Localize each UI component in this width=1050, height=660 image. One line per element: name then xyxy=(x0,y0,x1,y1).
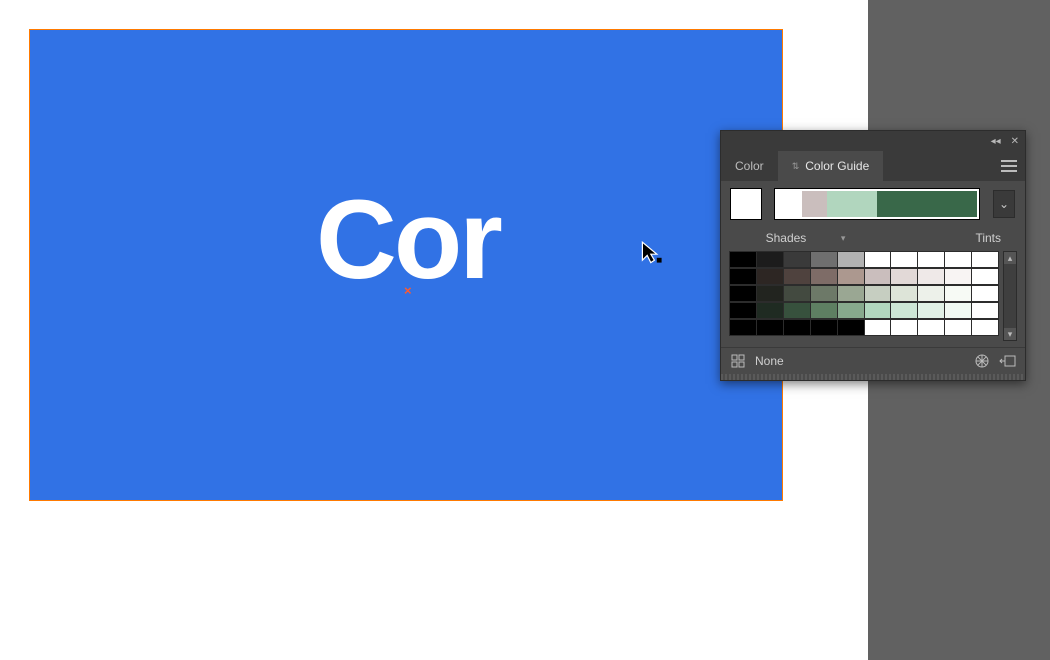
harmony-dropdown[interactable]: ⌄ xyxy=(993,190,1015,218)
swatch[interactable] xyxy=(865,319,892,336)
swatch[interactable] xyxy=(811,268,838,285)
swatch-grid-wrap: ▴ ▾ xyxy=(721,251,1025,347)
swatch[interactable] xyxy=(918,268,945,285)
swatch[interactable] xyxy=(918,251,945,268)
swatch[interactable] xyxy=(838,285,865,302)
grid-scrollbar[interactable]: ▴ ▾ xyxy=(1003,251,1017,341)
swatch[interactable] xyxy=(891,268,918,285)
swatch[interactable] xyxy=(729,268,757,285)
swatch[interactable] xyxy=(972,285,999,302)
save-to-swatches-icon[interactable] xyxy=(999,352,1017,370)
panel-tabs: Color ⇅ Color Guide xyxy=(721,151,1025,181)
swatch[interactable] xyxy=(729,285,757,302)
panel-titlebar[interactable]: ◂◂ ✕ xyxy=(721,131,1025,151)
tab-color[interactable]: Color xyxy=(721,151,778,181)
swatch[interactable] xyxy=(729,302,757,319)
swatch[interactable] xyxy=(838,302,865,319)
swatch[interactable] xyxy=(811,285,838,302)
swatch-row xyxy=(729,251,999,266)
swatch[interactable] xyxy=(865,285,892,302)
swatch[interactable] xyxy=(918,302,945,319)
swatch[interactable] xyxy=(972,319,999,336)
flyout-menu-icon[interactable] xyxy=(1001,160,1017,172)
swatch[interactable] xyxy=(865,268,892,285)
swatch-grid xyxy=(729,251,999,334)
swatch[interactable] xyxy=(945,319,972,336)
swatch[interactable] xyxy=(757,319,784,336)
swatch[interactable] xyxy=(945,285,972,302)
tab-label: Color xyxy=(735,159,764,173)
swatch[interactable] xyxy=(729,251,757,268)
swatch[interactable] xyxy=(784,319,811,336)
swatch[interactable] xyxy=(838,268,865,285)
harmony-row: ⌄ xyxy=(721,181,1025,227)
harmony-swatches[interactable] xyxy=(775,189,979,219)
harmony-swatch[interactable] xyxy=(777,191,802,217)
swatch-row xyxy=(729,302,999,317)
swatch[interactable] xyxy=(838,319,865,336)
tab-label: Color Guide xyxy=(805,159,869,173)
swatch[interactable] xyxy=(838,251,865,268)
swatch[interactable] xyxy=(757,268,784,285)
limit-none-label: None xyxy=(755,354,784,368)
harmony-swatch[interactable] xyxy=(827,191,852,217)
artboard-center-mark: × xyxy=(404,283,412,298)
collapse-icon[interactable]: ◂◂ xyxy=(991,136,1001,147)
swatch[interactable] xyxy=(972,268,999,285)
tab-color-guide[interactable]: ⇅ Color Guide xyxy=(778,151,884,181)
swatch[interactable] xyxy=(811,302,838,319)
swatch[interactable] xyxy=(757,285,784,302)
swatch[interactable] xyxy=(891,302,918,319)
swatch[interactable] xyxy=(865,302,892,319)
swatch[interactable] xyxy=(757,302,784,319)
swatch-row xyxy=(729,285,999,300)
swatch[interactable] xyxy=(891,319,918,336)
swatch[interactable] xyxy=(811,319,838,336)
variation-heading: Shades ▾ Tints xyxy=(721,227,1025,251)
swatch[interactable] xyxy=(757,251,784,268)
swatch[interactable] xyxy=(784,268,811,285)
color-guide-panel: ◂◂ ✕ Color ⇅ Color Guide ⌄ Shades ▾ Tint… xyxy=(720,130,1026,381)
scroll-up-icon[interactable]: ▴ xyxy=(1004,252,1016,264)
close-icon[interactable]: ✕ xyxy=(1011,136,1019,147)
tints-label: Tints xyxy=(851,231,1009,245)
swatch[interactable] xyxy=(972,251,999,268)
scroll-down-icon[interactable]: ▾ xyxy=(1004,328,1016,340)
harmony-swatch[interactable] xyxy=(877,191,977,217)
variation-dropdown-icon[interactable]: ▾ xyxy=(841,233,846,244)
swatch[interactable] xyxy=(945,251,972,268)
swatch[interactable] xyxy=(918,319,945,336)
swatch[interactable] xyxy=(891,285,918,302)
swatch[interactable] xyxy=(729,319,757,336)
swatch[interactable] xyxy=(891,251,918,268)
swatch[interactable] xyxy=(945,302,972,319)
limit-to-library-icon[interactable] xyxy=(729,352,747,370)
artboard[interactable]: Cor × xyxy=(30,30,782,500)
panel-footer: None xyxy=(721,347,1025,374)
swatch[interactable] xyxy=(865,251,892,268)
shades-label: Shades xyxy=(737,231,835,245)
harmony-swatch[interactable] xyxy=(802,191,827,217)
swatch-row xyxy=(729,268,999,283)
panel-resize-grip[interactable] xyxy=(721,374,1025,380)
updown-icon: ⇅ xyxy=(792,161,800,172)
swatch[interactable] xyxy=(784,302,811,319)
swatch[interactable] xyxy=(918,285,945,302)
swatch[interactable] xyxy=(784,251,811,268)
harmony-swatch[interactable] xyxy=(852,191,877,217)
swatch[interactable] xyxy=(811,251,838,268)
base-color-swatch[interactable] xyxy=(731,189,761,219)
swatch[interactable] xyxy=(972,302,999,319)
scroll-track[interactable] xyxy=(1004,264,1016,328)
swatch[interactable] xyxy=(945,268,972,285)
swatch-row xyxy=(729,319,999,334)
swatch[interactable] xyxy=(784,285,811,302)
edit-colors-icon[interactable] xyxy=(973,352,991,370)
